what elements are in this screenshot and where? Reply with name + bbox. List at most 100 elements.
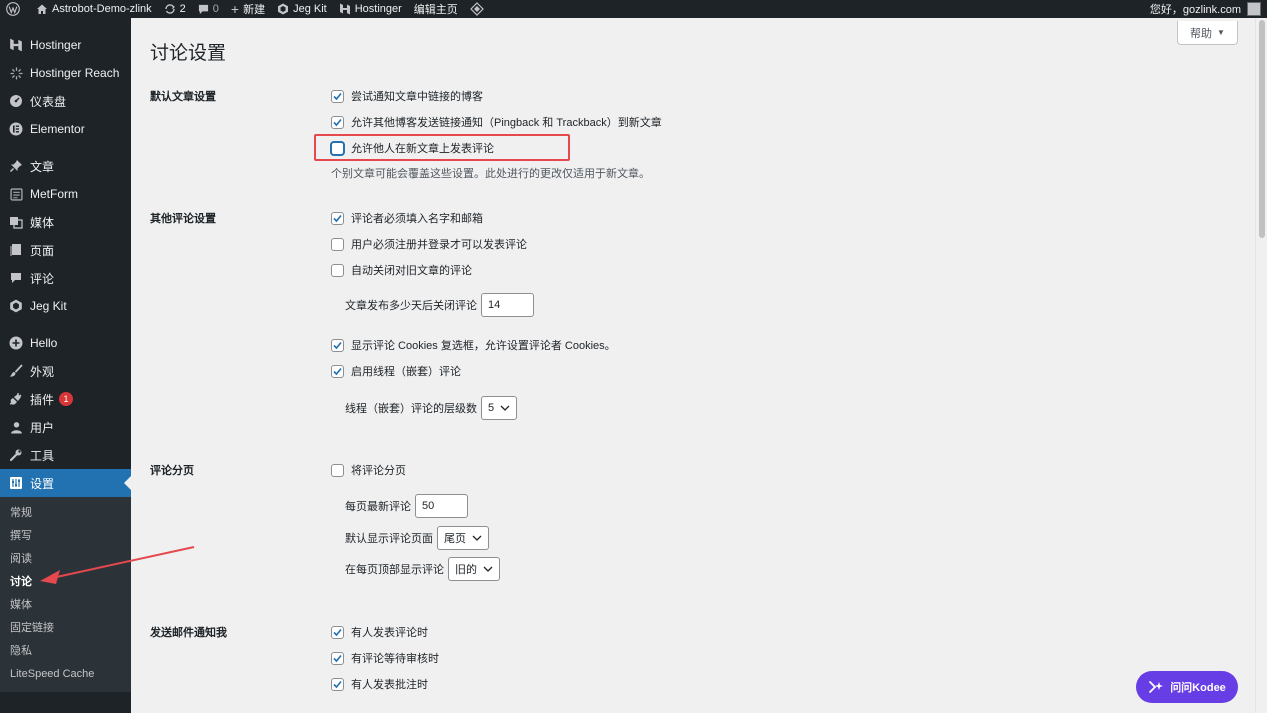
comments-count: 0 <box>212 3 219 15</box>
comments-link[interactable]: 0 <box>192 0 225 18</box>
allow-pingbacks-checkbox[interactable] <box>331 115 344 129</box>
kodee-assistant-button[interactable]: 问问Kodee <box>1136 671 1238 703</box>
paginate-comments-option[interactable]: 将评论分页 <box>331 462 406 478</box>
notify-on-moderation-checkbox[interactable] <box>331 651 344 665</box>
sidebar-item-plugins[interactable]: 插件 1 <box>0 385 131 413</box>
close-days-input[interactable]: 14 <box>481 293 534 317</box>
paginate-comments-checkbox[interactable] <box>331 463 344 477</box>
sidebar-item-label: 媒体 <box>30 215 55 230</box>
kodee-label: 问问Kodee <box>1170 682 1226 694</box>
thread-depth-label: 线程（嵌套）评论的层级数 <box>345 403 477 415</box>
sidebar-item-tools[interactable]: 工具 <box>0 441 131 469</box>
notify-linked-blogs-checkbox[interactable] <box>331 89 344 103</box>
submenu-discussion[interactable]: 讨论 <box>0 571 131 594</box>
notify-on-comment-option[interactable]: 有人发表评论时 <box>331 624 428 640</box>
chevron-down-icon <box>483 566 493 572</box>
edit-home-label: 编辑主页 <box>413 4 458 16</box>
page-scrollbar[interactable] <box>1255 18 1267 713</box>
require-name-email-option[interactable]: 评论者必须填入名字和邮箱 <box>331 210 483 226</box>
metform-icon <box>8 186 24 202</box>
sidebar-item-label: 插件 <box>30 392 55 407</box>
close-old-comments-checkbox[interactable] <box>331 263 344 277</box>
sidebar-item-dashboard[interactable]: 仪表盘 <box>0 87 131 115</box>
sidebar-item-appearance[interactable]: 外观 <box>0 357 131 385</box>
greeting: 您好，gozlink.com <box>1149 4 1241 16</box>
notify-linked-blogs-option[interactable]: 尝试通知文章中链接的博客 <box>331 88 483 104</box>
sidebar-item-metform[interactable]: MetForm <box>0 180 131 208</box>
sidebar-item-jegkit[interactable]: Jeg Kit <box>0 292 131 320</box>
submenu-permalinks[interactable]: 固定链接 <box>0 617 131 640</box>
close-days-label: 文章发布多少天后关闭评论 <box>345 300 477 312</box>
submenu-writing[interactable]: 撰写 <box>0 525 131 548</box>
wordpress-logo-icon[interactable] <box>0 0 30 18</box>
sidebar-item-label: Jeg Kit <box>30 299 67 313</box>
submenu-litespeed-cache[interactable]: LiteSpeed Cache <box>0 663 131 686</box>
per-page-input[interactable]: 50 <box>415 494 468 518</box>
sidebar-item-media[interactable]: 媒体 <box>0 208 131 236</box>
require-name-email-label: 评论者必须填入名字和邮箱 <box>351 213 483 225</box>
sidebar-item-label: Hostinger Reach <box>30 66 120 80</box>
submenu-media[interactable]: 媒体 <box>0 594 131 617</box>
submenu-reading[interactable]: 阅读 <box>0 548 131 571</box>
show-cookies-checkbox[interactable] <box>331 338 344 352</box>
sidebar-item-comments[interactable]: 评论 <box>0 264 131 292</box>
sidebar-item-settings[interactable]: 设置 <box>0 469 131 497</box>
default-page-label: 默认显示评论页面 <box>345 533 433 545</box>
jegkit-link[interactable]: Jeg Kit <box>271 0 333 18</box>
sidebar-item-label: Hello <box>30 336 58 350</box>
require-registration-option[interactable]: 用户必须注册并登录才可以发表评论 <box>331 236 527 252</box>
account-menu[interactable]: 您好，gozlink.com <box>1150 1 1267 17</box>
show-cookies-option[interactable]: 显示评论 Cookies 复选框，允许设置评论者 Cookies。 <box>331 337 616 353</box>
notify-on-note-option[interactable]: 有人发表批注时 <box>331 676 428 692</box>
updates-count: 2 <box>179 3 186 15</box>
sidebar-item-posts[interactable]: 文章 <box>0 152 131 180</box>
chevron-down-icon <box>472 535 482 541</box>
chevron-down-icon <box>500 405 510 411</box>
thread-depth-select[interactable]: 5 <box>481 396 518 420</box>
edit-home-link[interactable]: 编辑主页 <box>408 0 464 18</box>
sidebar-item-hostinger[interactable]: Hostinger <box>0 31 131 59</box>
home-icon <box>37 4 47 14</box>
scrollbar-thumb[interactable] <box>1259 20 1265 238</box>
refresh-icon <box>164 4 175 14</box>
require-registration-checkbox[interactable] <box>331 237 344 251</box>
sidebar-item-elementor[interactable]: Elementor <box>0 115 131 143</box>
thread-depth-field: 线程（嵌套）评论的层级数 5 <box>345 396 518 420</box>
elementor-diamond-icon[interactable] <box>464 0 494 18</box>
submenu-privacy[interactable]: 隐私 <box>0 640 131 663</box>
sidebar-item-pages[interactable]: 页面 <box>0 236 131 264</box>
notify-on-moderation-option[interactable]: 有评论等待审核时 <box>331 650 439 666</box>
user-icon <box>8 419 24 435</box>
other-comment-settings-label: 其他评论设置 <box>150 213 216 225</box>
help-button[interactable]: 帮助 ▼ <box>1177 21 1238 45</box>
updates-link[interactable]: 2 <box>158 0 192 18</box>
caret-down-icon: ▼ <box>1217 28 1225 37</box>
submenu-general[interactable]: 常规 <box>0 502 131 525</box>
comment-icon <box>8 270 24 286</box>
hostinger-icon <box>8 37 24 53</box>
threaded-comments-checkbox[interactable] <box>331 364 344 378</box>
require-name-email-checkbox[interactable] <box>331 211 344 225</box>
hostinger-icon <box>339 3 350 15</box>
new-content-link[interactable]: + 新建 <box>225 0 271 18</box>
hostinger-link[interactable]: Hostinger <box>333 0 408 18</box>
comment-order-select[interactable]: 旧的 <box>448 557 500 581</box>
site-name-link[interactable]: Astrobot-Demo-zlink <box>30 0 158 18</box>
sidebar-item-hostinger-reach[interactable]: Hostinger Reach <box>0 59 131 87</box>
default-post-settings-label: 默认文章设置 <box>150 91 216 103</box>
allow-pingbacks-option[interactable]: 允许其他博客发送链接通知（Pingback 和 Trackback）到新文章 <box>331 114 662 130</box>
page-title: 讨论设置 <box>150 43 227 64</box>
default-page-select[interactable]: 尾页 <box>437 526 489 550</box>
notify-on-note-checkbox[interactable] <box>331 677 344 691</box>
sidebar-item-label: 用户 <box>30 420 55 435</box>
notify-on-comment-checkbox[interactable] <box>331 625 344 639</box>
paginate-comments-label: 将评论分页 <box>351 465 406 477</box>
close-old-comments-option[interactable]: 自动关闭对旧文章的评论 <box>331 262 472 278</box>
sidebar-item-users[interactable]: 用户 <box>0 413 131 441</box>
threaded-comments-option[interactable]: 启用线程（嵌套）评论 <box>331 363 461 379</box>
sidebar-item-hello[interactable]: Hello <box>0 329 131 357</box>
kodee-sparkle-icon <box>1149 681 1164 693</box>
default-page-value: 尾页 <box>444 533 466 545</box>
comment-bubble-icon <box>198 4 208 14</box>
admin-sidebar: Hostinger Hostinger Reach 仪表盘 Elementor … <box>0 18 131 713</box>
